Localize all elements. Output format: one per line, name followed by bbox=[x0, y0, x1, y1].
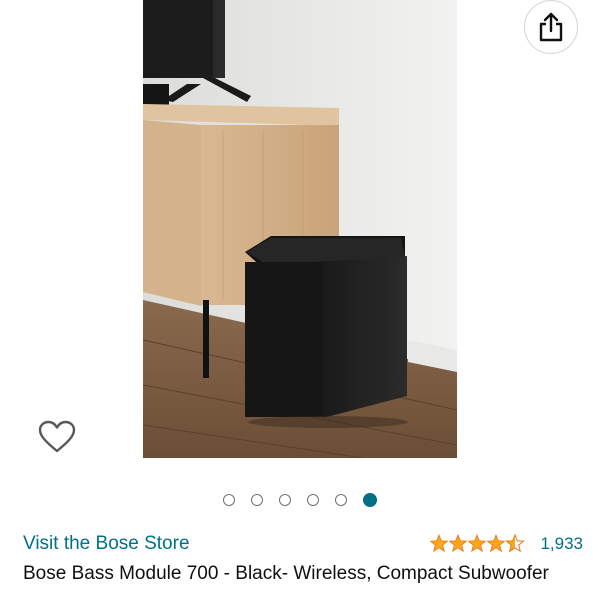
store-rating-row: Visit the Bose Store 1,933 bbox=[23, 531, 583, 557]
carousel-dot-2[interactable] bbox=[251, 494, 263, 506]
stars-icon bbox=[430, 534, 526, 553]
carousel-dot-4[interactable] bbox=[307, 494, 319, 506]
star-rating bbox=[430, 534, 526, 554]
share-button[interactable] bbox=[524, 0, 578, 54]
heart-outline-icon bbox=[38, 420, 76, 453]
carousel-dot-6-active[interactable] bbox=[363, 493, 377, 507]
carousel-dot-3[interactable] bbox=[279, 494, 291, 506]
product-image[interactable] bbox=[143, 0, 457, 458]
rating-count[interactable]: 1,933 bbox=[540, 534, 583, 554]
carousel-dot-5[interactable] bbox=[335, 494, 347, 506]
product-title: Bose Bass Module 700 - Black- Wireless, … bbox=[23, 563, 549, 584]
product-detail-page: Visit the Bose Store 1,933 Bose Bass Mod… bbox=[0, 0, 600, 600]
share-icon bbox=[539, 12, 563, 42]
wishlist-button[interactable] bbox=[34, 414, 80, 460]
image-carousel-dots bbox=[0, 490, 600, 510]
visit-store-link[interactable]: Visit the Bose Store bbox=[23, 533, 190, 555]
carousel-dot-1[interactable] bbox=[223, 494, 235, 506]
product-photo bbox=[143, 0, 457, 458]
rating-summary[interactable]: 1,933 bbox=[430, 534, 583, 554]
